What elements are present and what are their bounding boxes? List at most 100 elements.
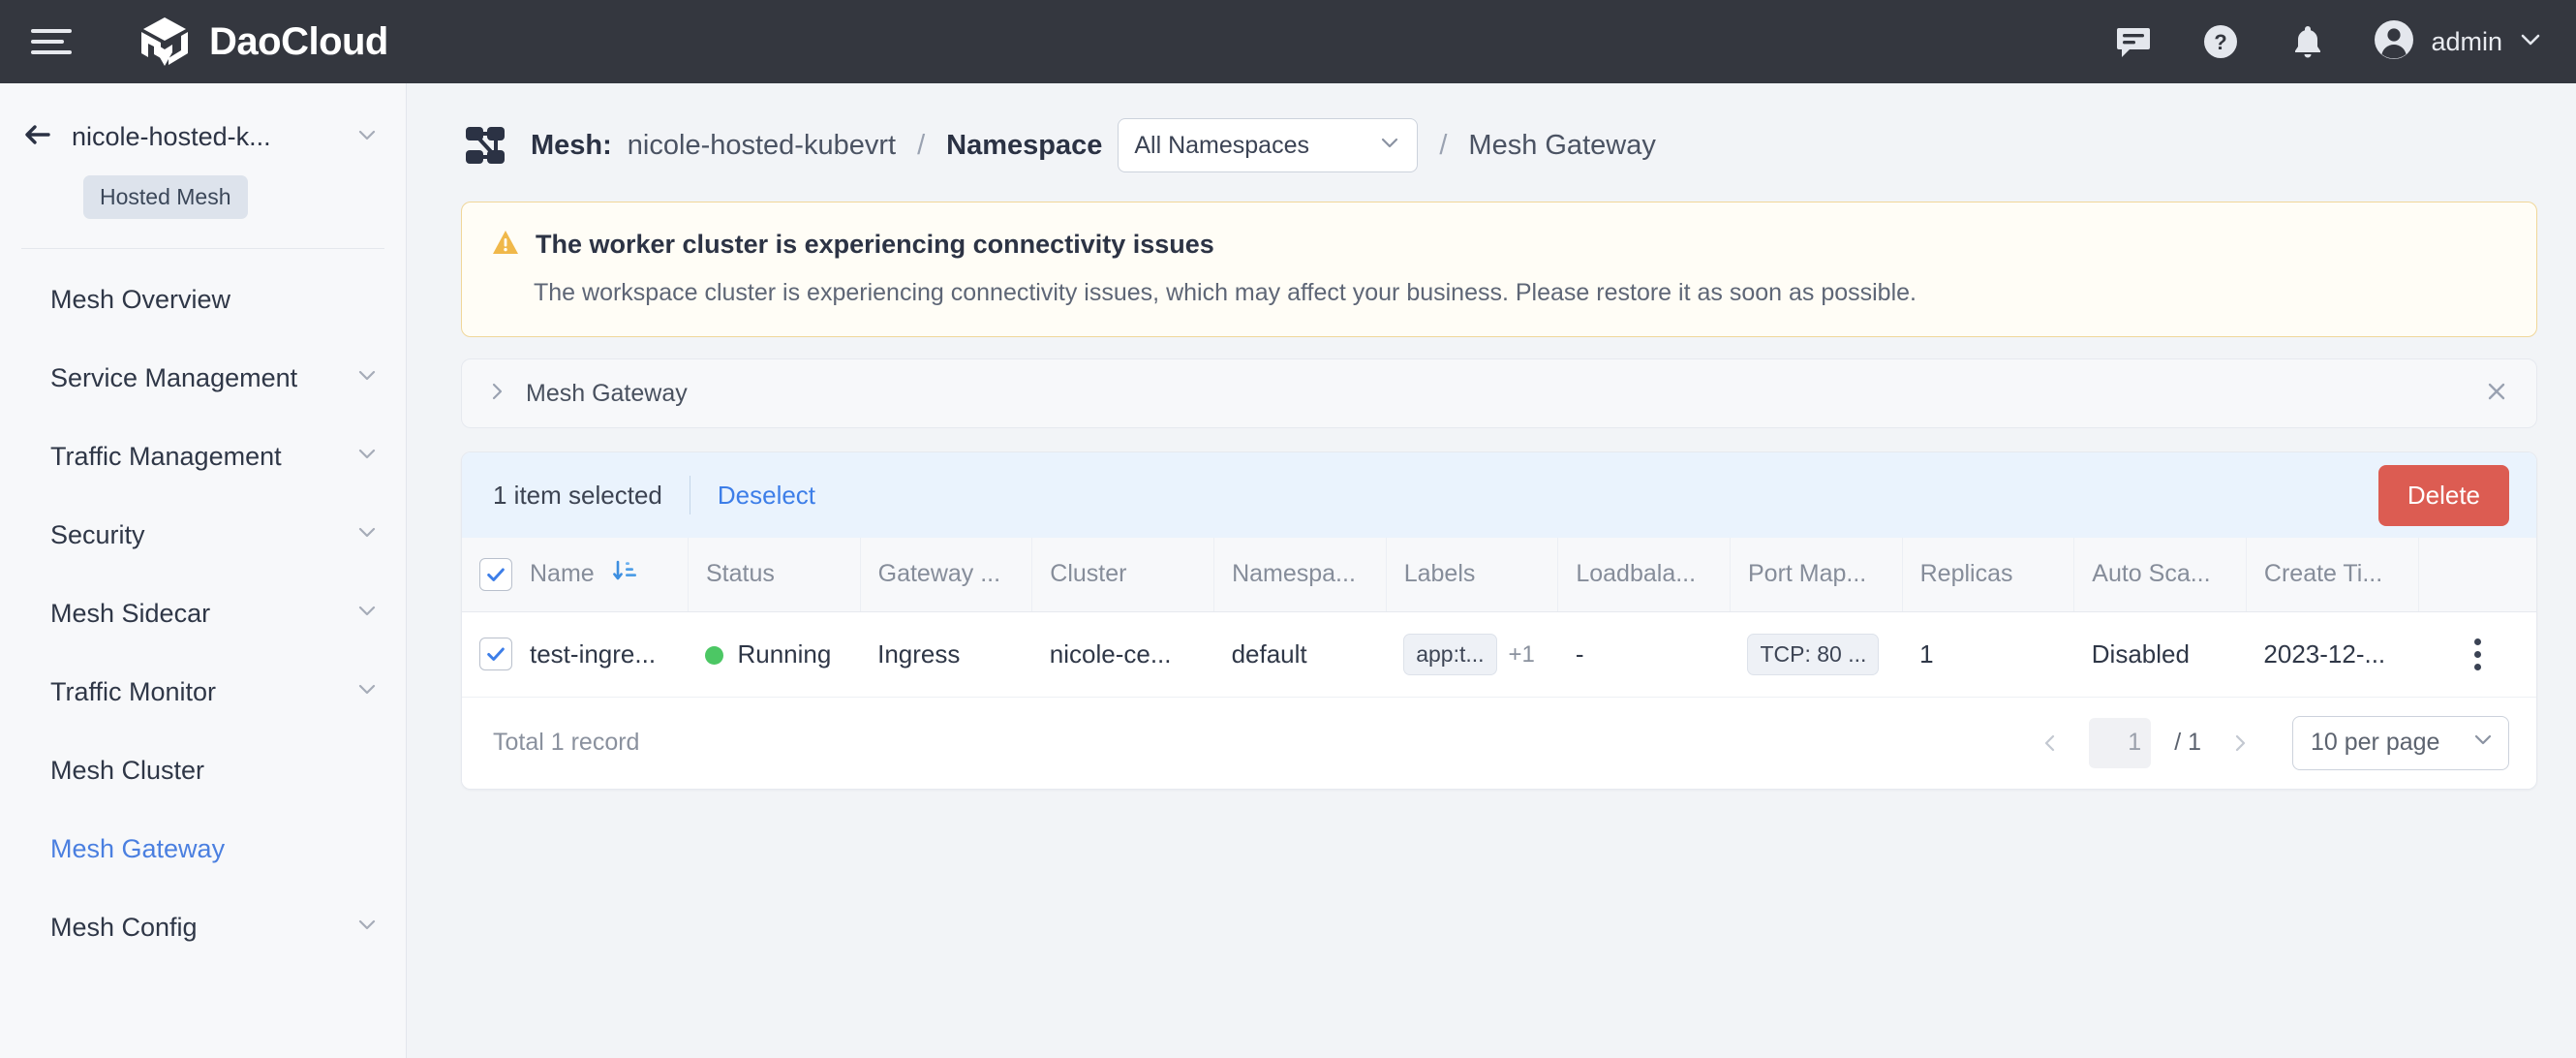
per-page-select[interactable]: 10 per page	[2292, 716, 2509, 770]
total-records: Total 1 record	[493, 729, 639, 757]
main-content: Mesh: nicole-hosted-kubevrt / Namespace …	[407, 83, 2576, 1058]
page-number-input[interactable]	[2089, 718, 2151, 768]
column-header-status[interactable]: Status	[688, 538, 860, 611]
chevron-left-icon[interactable]	[2031, 724, 2070, 762]
mesh-gateway-filter-panel[interactable]: Mesh Gateway	[461, 358, 2537, 428]
sidebar-item-mesh-config[interactable]: Mesh Config	[0, 888, 406, 967]
chevron-right-icon[interactable]	[2221, 724, 2259, 762]
column-header-port-mapping[interactable]: Port Map...	[1730, 538, 1902, 611]
top-bar: DaoCloud ?	[0, 0, 2576, 83]
connectivity-warning-alert: The worker cluster is experiencing conne…	[461, 202, 2537, 337]
chevron-down-icon	[2471, 728, 2495, 758]
deselect-button[interactable]: Deselect	[718, 481, 815, 511]
sort-descending-icon[interactable]	[612, 558, 637, 590]
sidebar-item-traffic-management[interactable]: Traffic Management	[0, 418, 406, 496]
sidebar-item-mesh-sidecar[interactable]: Mesh Sidecar	[0, 575, 406, 653]
column-header-namespace[interactable]: Namespa...	[1214, 538, 1387, 611]
page-title: Mesh Gateway	[1468, 130, 1655, 162]
sidebar-item-mesh-gateway[interactable]: Mesh Gateway	[0, 810, 406, 888]
label-more-count[interactable]: +1	[1509, 641, 1535, 668]
close-icon[interactable]	[2484, 379, 2509, 409]
alert-title: The worker cluster is experiencing conne…	[536, 230, 1214, 260]
sidebar-item-label: Mesh Sidecar	[50, 599, 210, 629]
mesh-topology-icon	[461, 121, 509, 170]
column-header-gateway-type[interactable]: Gateway ...	[860, 538, 1032, 611]
chevron-down-icon[interactable]	[355, 599, 379, 629]
mesh-switcher[interactable]: nicole-hosted-k...	[0, 118, 406, 156]
gateway-name[interactable]: test-ingre...	[530, 639, 656, 669]
chevron-down-icon[interactable]	[355, 520, 379, 550]
selection-count: 1 item selected	[493, 481, 662, 511]
mesh-gateway-table: Name	[462, 538, 2536, 698]
row-checkbox[interactable]	[479, 638, 512, 670]
warning-triangle-icon	[491, 228, 520, 262]
per-page-value: 10 per page	[2311, 729, 2439, 757]
breadcrumb-separator: /	[917, 130, 925, 162]
column-header-name[interactable]: Name	[462, 538, 688, 611]
help-circle-icon[interactable]: ?	[2198, 19, 2243, 64]
sidebar-item-label: Security	[50, 520, 145, 550]
table-row[interactable]: test-ingre... Running Ingress nicole-ce.…	[462, 611, 2536, 697]
chat-icon[interactable]	[2111, 19, 2156, 64]
chevron-down-icon[interactable]	[355, 363, 379, 393]
chevron-down-icon	[1378, 131, 1401, 161]
cell-port-mapping: TCP: 80 ...	[1730, 611, 1902, 697]
column-header-loadbalancer[interactable]: Loadbala...	[1558, 538, 1731, 611]
sidebar-item-label: Mesh Overview	[50, 285, 230, 315]
sidebar-item-mesh-cluster[interactable]: Mesh Cluster	[0, 731, 406, 810]
cell-status: Running	[688, 611, 860, 697]
user-menu[interactable]: admin	[2373, 18, 2543, 66]
namespace-select-value: All Namespaces	[1134, 132, 1309, 160]
breadcrumb-separator: /	[1439, 130, 1447, 162]
user-name: admin	[2431, 27, 2502, 57]
chevron-down-icon[interactable]	[355, 677, 379, 707]
label-chip[interactable]: app:t...	[1403, 634, 1496, 675]
column-header-cluster[interactable]: Cluster	[1032, 538, 1214, 611]
status-dot	[705, 646, 723, 665]
brand[interactable]: DaoCloud	[138, 15, 388, 69]
namespace-select[interactable]: All Namespaces	[1118, 118, 1418, 172]
user-avatar-icon	[2373, 18, 2415, 66]
chevron-right-icon[interactable]	[485, 380, 508, 408]
sidebar-item-service-management[interactable]: Service Management	[0, 339, 406, 418]
column-header-actions	[2418, 538, 2536, 611]
sidebar-item-mesh-overview[interactable]: Mesh Overview	[0, 261, 406, 339]
table-footer: Total 1 record / 1 10 per page	[462, 698, 2536, 789]
cell-namespace: default	[1214, 611, 1387, 697]
chevron-down-icon[interactable]	[355, 913, 379, 943]
sidebar-item-security[interactable]: Security	[0, 496, 406, 575]
delete-button[interactable]: Delete	[2378, 465, 2509, 526]
column-header-labels[interactable]: Labels	[1386, 538, 1558, 611]
cell-actions	[2418, 611, 2536, 697]
svg-text:?: ?	[2215, 30, 2227, 54]
chevron-down-icon[interactable]	[355, 123, 379, 151]
breadcrumb-mesh-value[interactable]: nicole-hosted-kubevrt	[628, 130, 896, 162]
mesh-name: nicole-hosted-k...	[72, 122, 338, 152]
page-total: / 1	[2174, 729, 2201, 757]
kebab-menu-icon[interactable]	[2436, 638, 2519, 670]
hamburger-icon[interactable]	[31, 21, 72, 62]
column-header-label: Name	[530, 560, 595, 588]
daocloud-cube-logo	[138, 15, 192, 69]
sidebar: nicole-hosted-k... Hosted Mesh Mesh Over…	[0, 83, 407, 1058]
cell-labels: app:t... +1	[1386, 611, 1558, 697]
cell-name: test-ingre...	[462, 611, 688, 697]
cell-gateway-type: Ingress	[860, 611, 1032, 697]
column-header-create-time[interactable]: Create Ti...	[2246, 538, 2418, 611]
table-header-row: Name	[462, 538, 2536, 611]
chevron-down-icon[interactable]	[355, 442, 379, 472]
top-bar-actions: ? admin	[2111, 18, 2543, 66]
mesh-gateway-table-card: 1 item selected Deselect Delete	[461, 451, 2537, 790]
bell-icon[interactable]	[2285, 19, 2330, 64]
column-header-replicas[interactable]: Replicas	[1902, 538, 2074, 611]
port-mapping-chip[interactable]: TCP: 80 ...	[1747, 634, 1879, 675]
sidebar-item-traffic-monitor[interactable]: Traffic Monitor	[0, 653, 406, 731]
chevron-down-icon[interactable]	[2518, 27, 2543, 57]
sidebar-item-label: Service Management	[50, 363, 297, 393]
hosted-mesh-badge: Hosted Mesh	[83, 175, 248, 219]
arrow-left-icon[interactable]	[21, 118, 54, 156]
select-all-checkbox[interactable]	[479, 558, 512, 591]
column-header-auto-scaling[interactable]: Auto Sca...	[2074, 538, 2247, 611]
panel-title: Mesh Gateway	[526, 380, 688, 408]
sidebar-item-label: Traffic Monitor	[50, 677, 216, 707]
